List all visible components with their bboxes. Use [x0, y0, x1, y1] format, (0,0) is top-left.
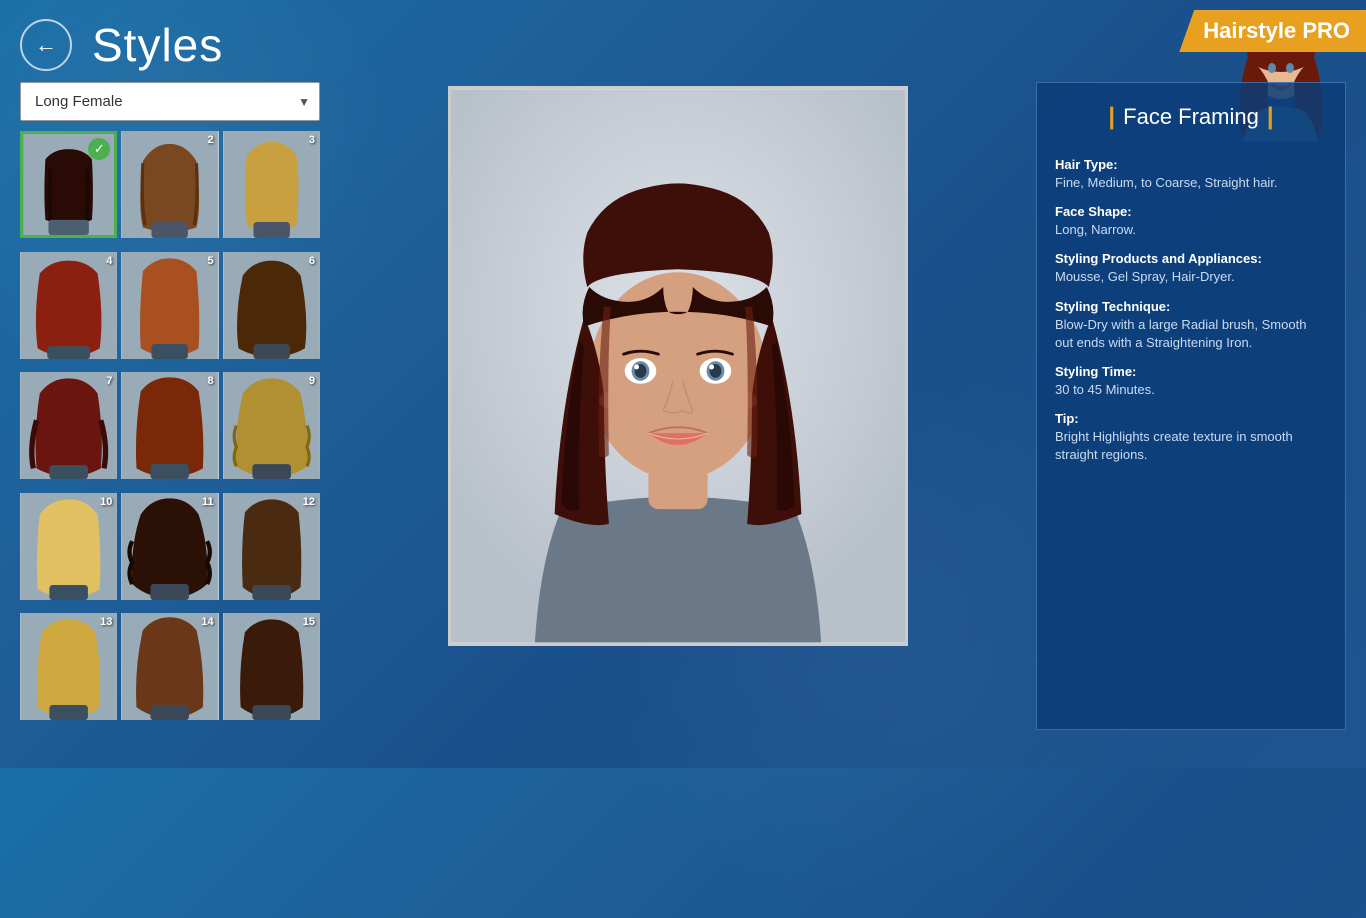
style-thumb-5[interactable]: 5 — [121, 252, 218, 359]
face-shape-value: Long, Narrow. — [1055, 221, 1327, 239]
header: ← Styles Hairstyle PRO — [0, 0, 1366, 82]
thumb-num-9: 9 — [309, 375, 315, 387]
title-pipe-right: | — [1267, 103, 1274, 131]
styling-products-section: Styling Products and Appliances: Mousse,… — [1055, 251, 1327, 286]
hair-type-label: Hair Type: — [1055, 157, 1327, 172]
style-thumb-13[interactable]: 13 — [20, 613, 117, 720]
back-button[interactable]: ← — [20, 19, 72, 71]
style-thumb-9[interactable]: 9 — [223, 372, 320, 479]
main-preview-image — [448, 86, 908, 646]
thumb-num-10: 10 — [100, 496, 112, 508]
main-content: Long Female Short Female Medium Female L… — [0, 82, 1366, 730]
styling-technique-label: Styling Technique: — [1055, 299, 1327, 314]
tip-section: Tip: Bright Highlights create texture in… — [1055, 411, 1327, 464]
page-title: Styles — [92, 18, 223, 72]
face-shape-section: Face Shape: Long, Narrow. — [1055, 204, 1327, 239]
style-thumb-15[interactable]: 15 — [223, 613, 320, 720]
thumb-num-3: 3 — [309, 134, 315, 146]
category-dropdown-wrapper[interactable]: Long Female Short Female Medium Female L… — [20, 82, 320, 121]
style-thumb-2[interactable]: 2 — [121, 131, 218, 238]
style-thumb-14[interactable]: 14 — [121, 613, 218, 720]
styles-grid: ✓ 2 — [20, 131, 320, 730]
style-thumb-1[interactable]: ✓ — [20, 131, 117, 238]
category-dropdown[interactable]: Long Female Short Female Medium Female L… — [20, 82, 320, 121]
title-pipe-left: | — [1108, 103, 1115, 131]
thumb-num-7: 7 — [106, 375, 112, 387]
thumb-num-6: 6 — [309, 255, 315, 267]
style-thumb-3[interactable]: 3 — [223, 131, 320, 238]
thumb-num-13: 13 — [100, 616, 112, 628]
center-panel — [334, 82, 1022, 730]
styling-time-section: Styling Time: 30 to 45 Minutes. — [1055, 364, 1327, 399]
thumb-num-8: 8 — [208, 375, 214, 387]
style-thumb-7[interactable]: 7 — [20, 372, 117, 479]
brand-banner: Hairstyle PRO — [1179, 10, 1366, 52]
info-title-area: | Face Framing | — [1055, 103, 1327, 141]
styling-time-label: Styling Time: — [1055, 364, 1327, 379]
style-thumb-12[interactable]: 12 — [223, 493, 320, 600]
style-thumb-4[interactable]: 4 — [20, 252, 117, 359]
left-panel: Long Female Short Female Medium Female L… — [20, 82, 320, 730]
brand-name: Hairstyle PRO — [1203, 18, 1350, 43]
styling-time-value: 30 to 45 Minutes. — [1055, 381, 1327, 399]
style-thumb-6[interactable]: 6 — [223, 252, 320, 359]
thumb-num-4: 4 — [106, 255, 112, 267]
right-panel: | Face Framing | Hair Type: Fine, Medium… — [1036, 82, 1346, 730]
styling-products-value: Mousse, Gel Spray, Hair-Dryer. — [1055, 268, 1327, 286]
styling-technique-value: Blow-Dry with a large Radial brush, Smoo… — [1055, 316, 1327, 352]
tip-value: Bright Highlights create texture in smoo… — [1055, 428, 1327, 464]
thumb-num-15: 15 — [303, 616, 315, 628]
hairstyle-name: Face Framing — [1123, 104, 1259, 130]
hair-type-section: Hair Type: Fine, Medium, to Coarse, Stra… — [1055, 157, 1327, 192]
face-shape-label: Face Shape: — [1055, 204, 1327, 219]
styling-technique-section: Styling Technique: Blow-Dry with a large… — [1055, 299, 1327, 352]
thumb-num-14: 14 — [201, 616, 213, 628]
thumb-num-5: 5 — [208, 255, 214, 267]
hair-type-value: Fine, Medium, to Coarse, Straight hair. — [1055, 174, 1327, 192]
style-thumb-11[interactable]: 11 — [121, 493, 218, 600]
thumb-num-12: 12 — [303, 496, 315, 508]
tip-label: Tip: — [1055, 411, 1327, 426]
thumb-num-2: 2 — [208, 134, 214, 146]
styling-products-label: Styling Products and Appliances: — [1055, 251, 1327, 266]
thumb-num-11: 11 — [202, 496, 214, 508]
style-thumb-8[interactable]: 8 — [121, 372, 218, 479]
style-thumb-10[interactable]: 10 — [20, 493, 117, 600]
back-arrow-icon: ← — [35, 32, 57, 58]
